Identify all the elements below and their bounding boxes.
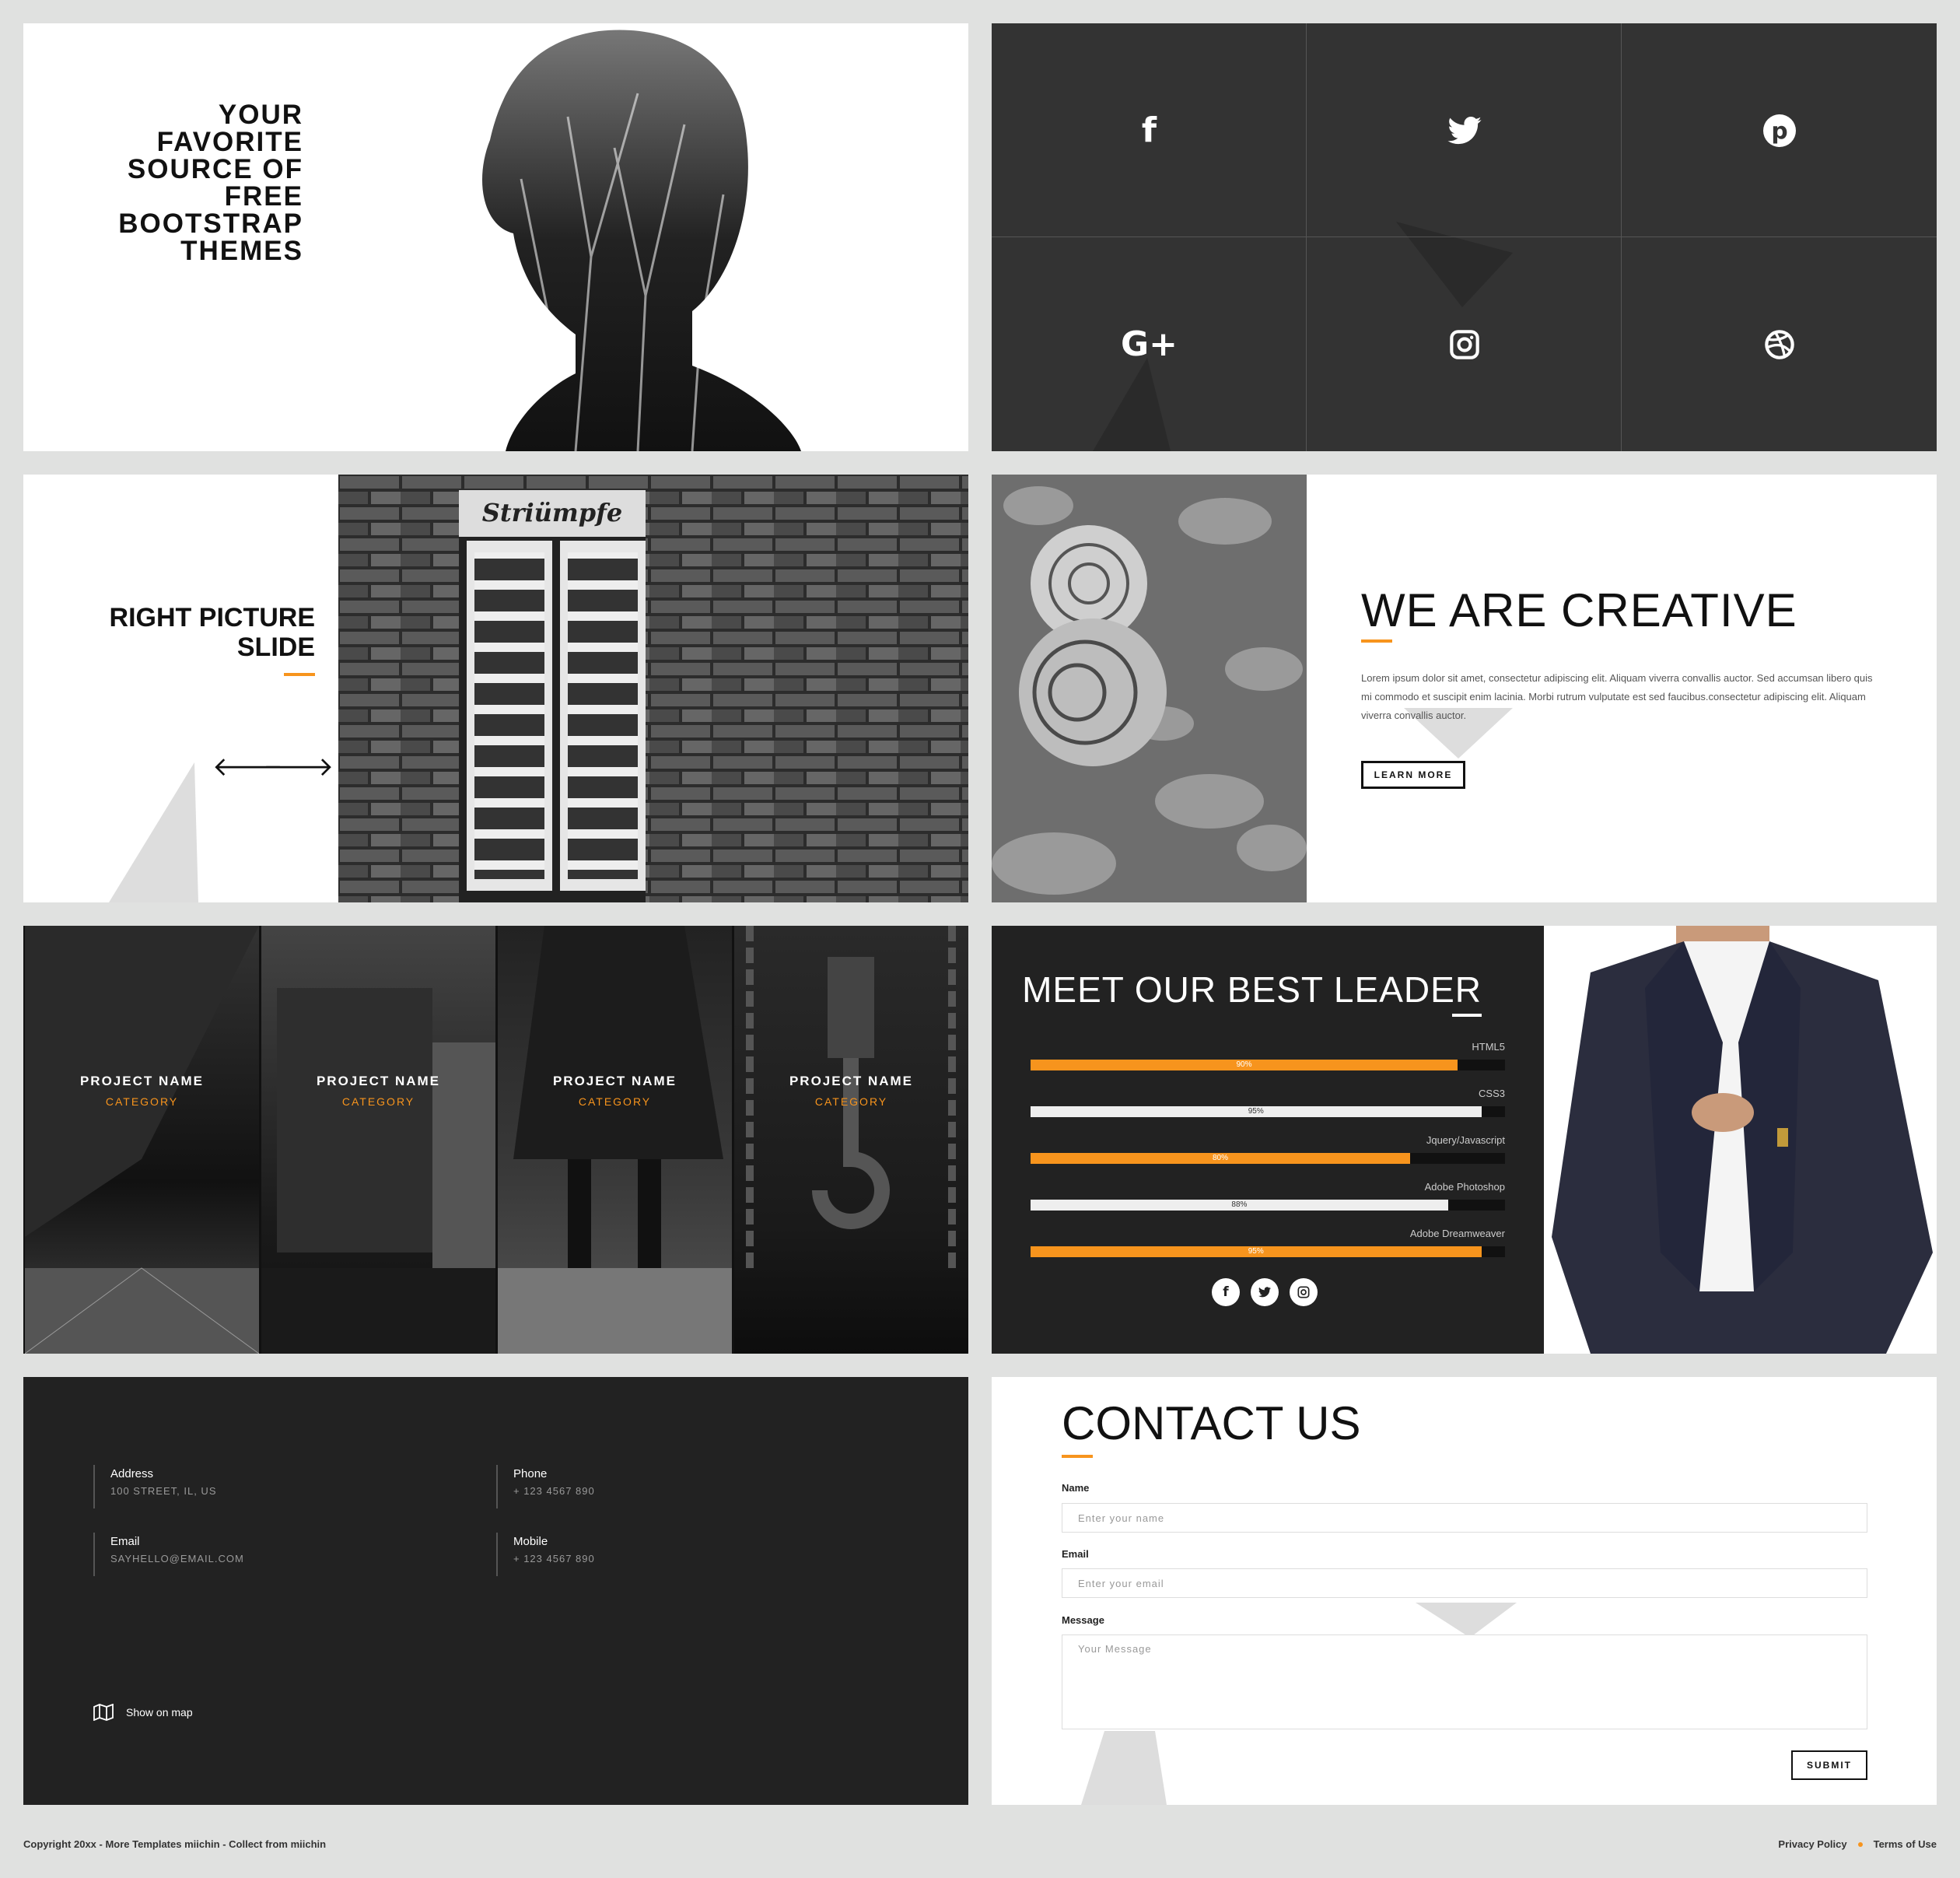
creative-title: WE ARE CREATIVE [1361,584,1797,636]
hero-title: YOUR FAVORITE SOURCE OF FREE BOOTSTRAP T… [118,100,303,266]
skill-fill: 90% [1031,1060,1458,1070]
project-category: CATEGORY [578,1095,652,1108]
next-arrow-icon[interactable]: 🡒 [263,751,334,783]
phone-info: Phone + 123 4567 890 [496,1465,595,1508]
email-label: Email [110,1535,140,1548]
door-windows [474,552,544,879]
name-input[interactable]: Enter your name [1062,1503,1867,1533]
message-textarea[interactable]: Your Message [1062,1634,1867,1729]
brick-pattern [338,475,968,902]
instagram-icon[interactable] [1290,1278,1318,1306]
project-category: CATEGORY [341,1095,415,1108]
skill-bar: 88% [1031,1200,1505,1211]
brick-wall-photo: Striümpfe [338,475,968,902]
email-label: Email [1062,1548,1089,1560]
decorative-triangle [109,762,198,902]
title-underline [1452,1014,1482,1017]
skill-label: Jquery/Javascript [1426,1134,1505,1146]
skill-fill: 95% [1031,1246,1482,1257]
submit-button[interactable]: SUBMIT [1791,1750,1867,1780]
footer-links: Privacy Policy Terms of Use [1778,1838,1937,1850]
email-info: Email SAYHELLO@EMAIL.COM [93,1533,244,1576]
projects-panel: PROJECT NAME CATEGORY PROJECT NAME CATEG… [23,926,968,1354]
project-card[interactable]: PROJECT NAME CATEGORY [25,926,259,1354]
title-underline [1062,1455,1093,1458]
skill-bar: 80% [1031,1153,1505,1164]
skill-fill: 80% [1031,1153,1410,1164]
phone-label: Phone [513,1467,548,1480]
show-on-map-link[interactable]: Show on map [93,1704,193,1721]
hero-panel: YOUR FAVORITE SOURCE OF FREE BOOTSTRAP T… [23,23,968,451]
project-name: PROJECT NAME [316,1074,441,1088]
skill-fill: 95% [1031,1106,1482,1117]
creative-panel: WE ARE CREATIVE Lorem ipsum dolor sit am… [992,475,1937,902]
door-windows [568,552,638,879]
address-info: Address 100 STREET, IL, US [93,1465,217,1508]
contact-title: CONTACT US [1062,1397,1361,1449]
separator-dot [1857,1841,1863,1847]
twitter-link[interactable] [1307,23,1622,237]
leader-photo [1544,926,1937,1354]
sign-text: Striümpfe [481,498,623,527]
phone-value: + 123 4567 890 [513,1485,595,1497]
skill-bar: 95% [1031,1106,1505,1117]
copyright-text: Copyright 20xx - More Templates miichin … [23,1838,327,1850]
svg-text:p: p [1771,117,1787,145]
social-grid-panel: f p G+ [992,23,1937,451]
address-label: Address [110,1467,154,1480]
skill-fill: 88% [1031,1200,1448,1211]
twitter-icon[interactable] [1251,1278,1279,1306]
map-icon [93,1704,114,1721]
address-value: 100 STREET, IL, US [110,1485,217,1497]
tree-silhouette-image [482,30,801,451]
terms-of-use-link[interactable]: Terms of Use [1874,1838,1937,1850]
instagram-icon [1449,329,1479,359]
project-card[interactable]: PROJECT NAME CATEGORY [498,926,732,1354]
slide-title: RIGHT PICTURE SLIDE [109,603,315,662]
project-category: CATEGORY [105,1095,179,1108]
skill-bar: 90% [1031,1060,1505,1070]
pinterest-icon: p [1762,114,1796,147]
skill-bar: 95% [1031,1246,1505,1257]
twitter-icon [1447,116,1482,144]
dribbble-icon [1764,329,1794,359]
show-on-map-text: Show on map [126,1706,193,1719]
contact-form-panel: CONTACT US Name Enter your name Email En… [992,1377,1937,1805]
google-plus-icon: G+ [1121,324,1178,364]
mobile-label: Mobile [513,1535,548,1548]
skill-label: Adobe Photoshop [1424,1181,1505,1193]
pinterest-link[interactable]: p [1622,23,1937,237]
mobile-value: + 123 4567 890 [513,1553,595,1564]
privacy-policy-link[interactable]: Privacy Policy [1778,1838,1846,1850]
project-card[interactable]: PROJECT NAME CATEGORY [734,926,968,1354]
project-name: PROJECT NAME [789,1074,914,1088]
title-underline [284,673,315,676]
instagram-link[interactable] [1307,237,1622,451]
google-plus-link[interactable]: G+ [992,237,1307,451]
leader-panel: MEET OUR BEST LEADER HTML5 90% CSS3 95% … [992,926,1937,1354]
project-card[interactable]: PROJECT NAME CATEGORY [261,926,495,1354]
email-value: SAYHELLO@EMAIL.COM [110,1553,244,1564]
message-label: Message [1062,1614,1104,1626]
skill-label: CSS3 [1479,1088,1505,1099]
skill-label: Adobe Dreamweaver [1409,1228,1505,1239]
facebook-link[interactable]: f [992,23,1307,237]
name-label: Name [1062,1482,1090,1494]
dribbble-link[interactable] [1622,237,1937,451]
facebook-icon: f [1141,110,1157,150]
right-picture-slide-panel: RIGHT PICTURE SLIDE 🡐 🡒 Striümpfe [23,475,968,902]
learn-more-button[interactable]: LEARN MORE [1361,761,1465,789]
skill-label: HTML5 [1472,1041,1505,1053]
facebook-icon[interactable]: f [1212,1278,1240,1306]
email-input[interactable]: Enter your email [1062,1568,1867,1598]
leader-title: MEET OUR BEST LEADER [1022,969,1482,1010]
project-name: PROJECT NAME [552,1074,677,1088]
project-category: CATEGORY [814,1095,888,1108]
project-name: PROJECT NAME [79,1074,205,1088]
creative-description: Lorem ipsum dolor sit amet, consectetur … [1361,672,1873,721]
contact-info-panel: Address 100 STREET, IL, US Phone + 123 4… [23,1377,968,1805]
mobile-info: Mobile + 123 4567 890 [496,1533,595,1576]
title-underline [1361,639,1392,643]
